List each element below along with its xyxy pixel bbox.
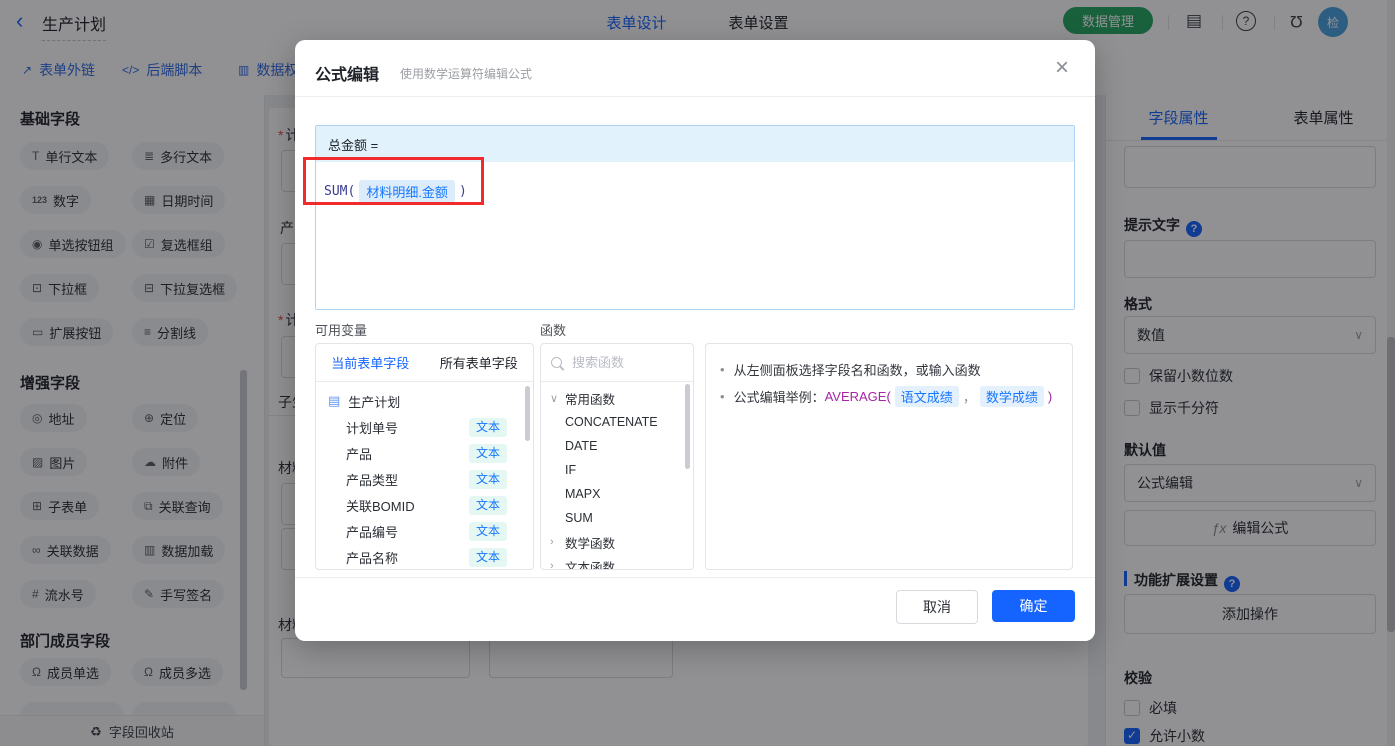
formula-input-area[interactable]: SUM( 材料明细.金额 ) bbox=[316, 162, 1074, 309]
formula-editor: 总金额 = SUM( 材料明细.金额 ) bbox=[315, 125, 1075, 310]
variable-item[interactable]: 计划单号 文本 bbox=[316, 414, 533, 440]
close-icon[interactable]: × bbox=[1055, 56, 1069, 80]
chevron-collapsed-icon: › bbox=[550, 536, 554, 548]
bullet-icon: • bbox=[720, 389, 725, 404]
variables-panel: 当前表单字段 所有表单字段 ▤ 生产计划 计划单号 文本 产品 文本 产品类型 文本 … bbox=[315, 343, 534, 570]
example-field-chip: 语文成绩 bbox=[894, 386, 959, 407]
variable-item[interactable]: 产品 文本 bbox=[316, 440, 533, 466]
variables-label: 可用变量 bbox=[315, 323, 368, 338]
function-group[interactable]: ∨ 常用函数 bbox=[541, 386, 693, 410]
formula-function: SUM( bbox=[324, 184, 356, 199]
function-item[interactable]: SUM bbox=[541, 506, 693, 530]
variable-item[interactable]: 关联BOMID 文本 bbox=[316, 492, 533, 518]
help-line: • 从左侧面板选择字段名和函数，或输入函数 bbox=[720, 362, 981, 378]
cancel-button[interactable]: 取消 bbox=[896, 590, 978, 624]
app: ‹ 生产计划 表单设计 表单设置 数据管理 ▤ ? Ω 检 ↗ 表单外链 </>… bbox=[0, 0, 1395, 746]
chevron-collapsed-icon: › bbox=[550, 560, 554, 570]
formula-editor-dialog: 公式编辑 使用数学运算符编辑公式 × 总金额 = SUM( 材料明细.金额 ) … bbox=[295, 40, 1095, 641]
search-icon bbox=[551, 357, 562, 368]
divider bbox=[295, 96, 1095, 97]
variable-item[interactable]: 产品编号 文本 bbox=[316, 518, 533, 544]
field-type-tag: 文本 bbox=[469, 495, 507, 515]
functions-panel: ∨常用函数 CONCATENATE DATE IF MAPX SUM ›数学函数… bbox=[540, 343, 694, 570]
function-item[interactable]: CONCATENATE bbox=[541, 410, 693, 434]
example-function: AVERAGE( bbox=[824, 389, 891, 404]
field-type-tag: 文本 bbox=[469, 521, 507, 541]
formula-field-chip[interactable]: 材料明细.金额 bbox=[359, 180, 455, 203]
field-type-tag: 文本 bbox=[469, 443, 507, 463]
function-item[interactable]: DATE bbox=[541, 434, 693, 458]
dialog-subtitle: 使用数学运算符编辑公式 bbox=[400, 67, 533, 81]
function-item[interactable]: IF bbox=[541, 458, 693, 482]
chevron-expanded-icon: ∨ bbox=[550, 392, 559, 405]
function-group[interactable]: › 数学函数 bbox=[541, 530, 693, 554]
formula-target: 总金额 = bbox=[316, 126, 1074, 162]
function-search-input[interactable] bbox=[570, 354, 674, 371]
form-doc-icon: ▤ bbox=[328, 393, 341, 408]
field-type-tag: 文本 bbox=[469, 417, 507, 437]
example-close-paren: ) bbox=[1047, 389, 1053, 404]
function-group[interactable]: › 文本函数 bbox=[541, 554, 693, 570]
bullet-icon: • bbox=[720, 362, 725, 377]
function-search bbox=[541, 344, 693, 382]
field-type-tag: 文本 bbox=[469, 547, 507, 567]
function-item[interactable]: MAPX bbox=[541, 482, 693, 506]
dialog-title: 公式编辑 bbox=[315, 67, 380, 84]
variables-scrollbar[interactable] bbox=[525, 386, 530, 441]
confirm-button[interactable]: 确定 bbox=[992, 590, 1075, 622]
functions-label: 函数 bbox=[540, 323, 567, 338]
field-type-tag: 文本 bbox=[469, 469, 507, 489]
tab-current-form-fields[interactable]: 当前表单字段 bbox=[331, 353, 409, 372]
divider bbox=[295, 577, 1095, 578]
formula-help-panel: • 从左侧面板选择字段名和函数，或输入函数 • 公式编辑举例： AVERAGE(… bbox=[705, 343, 1073, 570]
variables-tabs: 当前表单字段 所有表单字段 bbox=[316, 344, 533, 382]
variable-tree-root[interactable]: ▤ 生产计划 bbox=[316, 388, 533, 414]
variable-item[interactable]: 产品名称 文本 bbox=[316, 544, 533, 569]
example-comma: ， bbox=[962, 390, 976, 405]
example-field-chip: 数学成绩 bbox=[979, 386, 1044, 407]
formula-close-paren: ) bbox=[458, 184, 467, 199]
formula-expression: SUM( 材料明细.金额 ) bbox=[324, 180, 467, 203]
variable-item[interactable]: 产品类型 文本 bbox=[316, 466, 533, 492]
help-example-line: • 公式编辑举例： AVERAGE( 语文成绩 ， 数学成绩 ) bbox=[720, 386, 1052, 407]
functions-scrollbar[interactable] bbox=[685, 384, 690, 469]
tab-all-form-fields[interactable]: 所有表单字段 bbox=[440, 353, 518, 372]
